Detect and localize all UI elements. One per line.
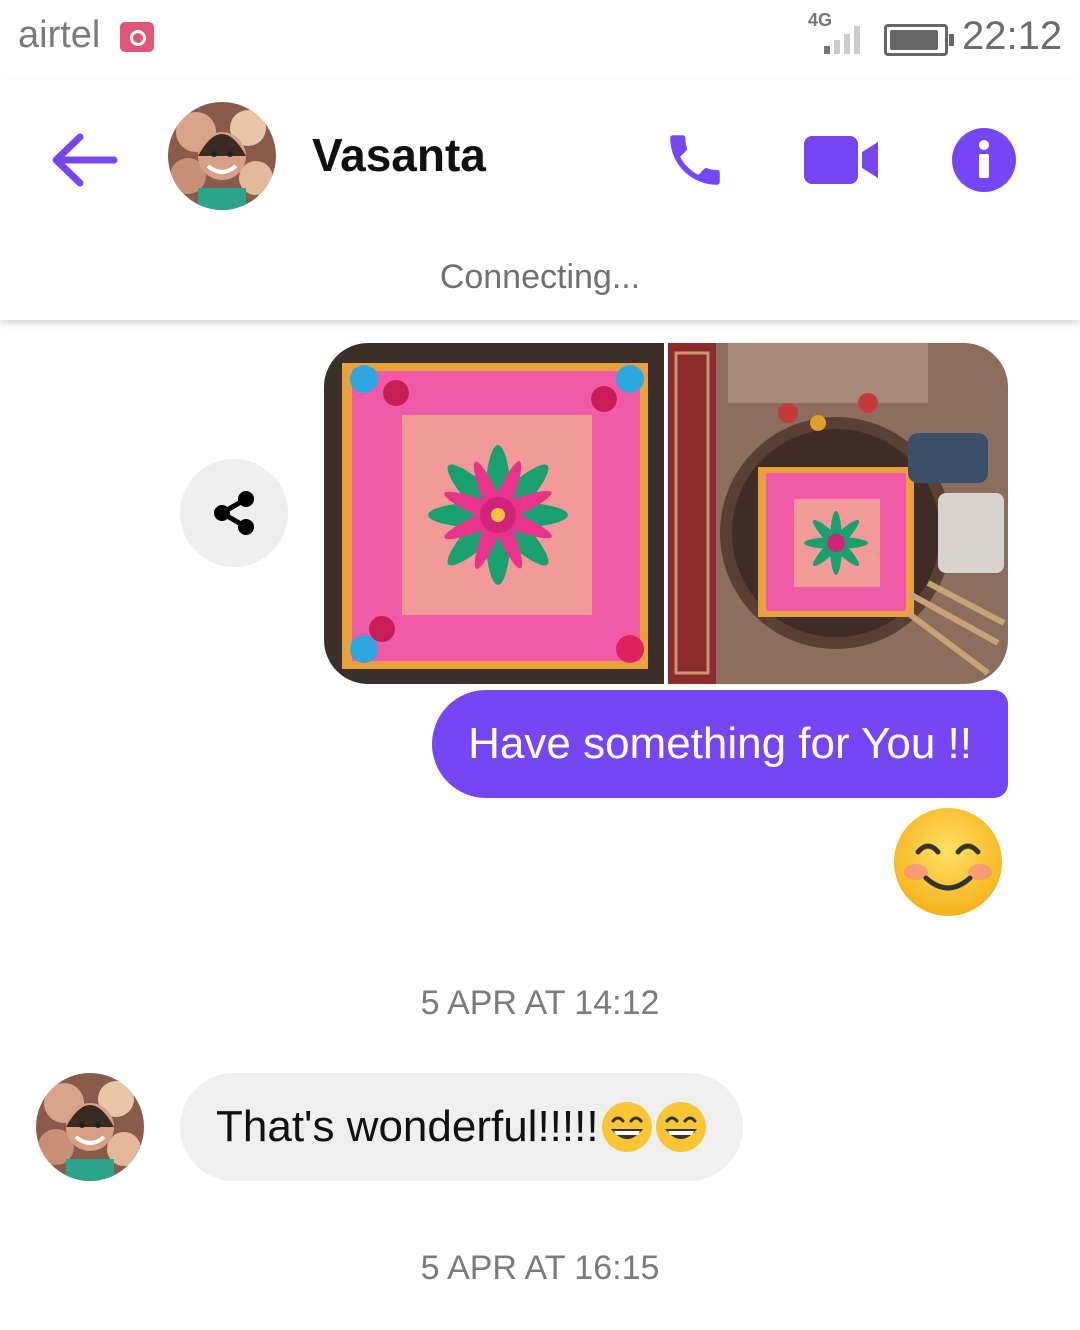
clock: 22:12 — [962, 14, 1063, 58]
grinning-face-emoji — [601, 1102, 652, 1152]
video-camera-icon — [804, 136, 878, 184]
sim-icon — [120, 22, 154, 52]
incoming-message-text: That's wonderful!!!!! — [216, 1102, 599, 1151]
contact-name[interactable]: Vasanta — [312, 128, 486, 182]
grinning-face-emoji — [655, 1102, 706, 1152]
smiling-face-emoji — [894, 808, 1002, 916]
chat-header: Vasanta Connecting... — [0, 80, 1080, 320]
outgoing-message[interactable]: Have something for You !! — [432, 690, 1008, 798]
call-button[interactable] — [655, 120, 735, 200]
status-bar: airtel 4G 22:12 — [0, 0, 1080, 80]
carrier-name: airtel — [18, 14, 101, 56]
video-call-button[interactable] — [800, 120, 880, 200]
back-button[interactable] — [44, 120, 124, 200]
shared-photo-puja[interactable] — [668, 343, 1008, 684]
back-arrow-icon — [52, 133, 118, 187]
signal-icon — [822, 22, 868, 54]
sender-avatar[interactable] — [36, 1073, 144, 1181]
info-button[interactable] — [944, 120, 1024, 200]
timestamp: 5 APR AT 16:15 — [420, 1249, 660, 1287]
info-icon — [952, 128, 1016, 192]
share-button[interactable] — [180, 459, 288, 567]
phone-icon — [670, 135, 720, 185]
contact-avatar[interactable] — [168, 102, 276, 210]
battery-icon — [884, 24, 954, 56]
share-icon — [214, 491, 254, 535]
connection-status: Connecting... — [439, 258, 641, 296]
shared-photo-rangoli[interactable] — [324, 343, 664, 684]
timestamp: 5 APR AT 14:12 — [420, 984, 660, 1022]
incoming-message[interactable]: That's wonderful!!!!! — [180, 1073, 743, 1181]
